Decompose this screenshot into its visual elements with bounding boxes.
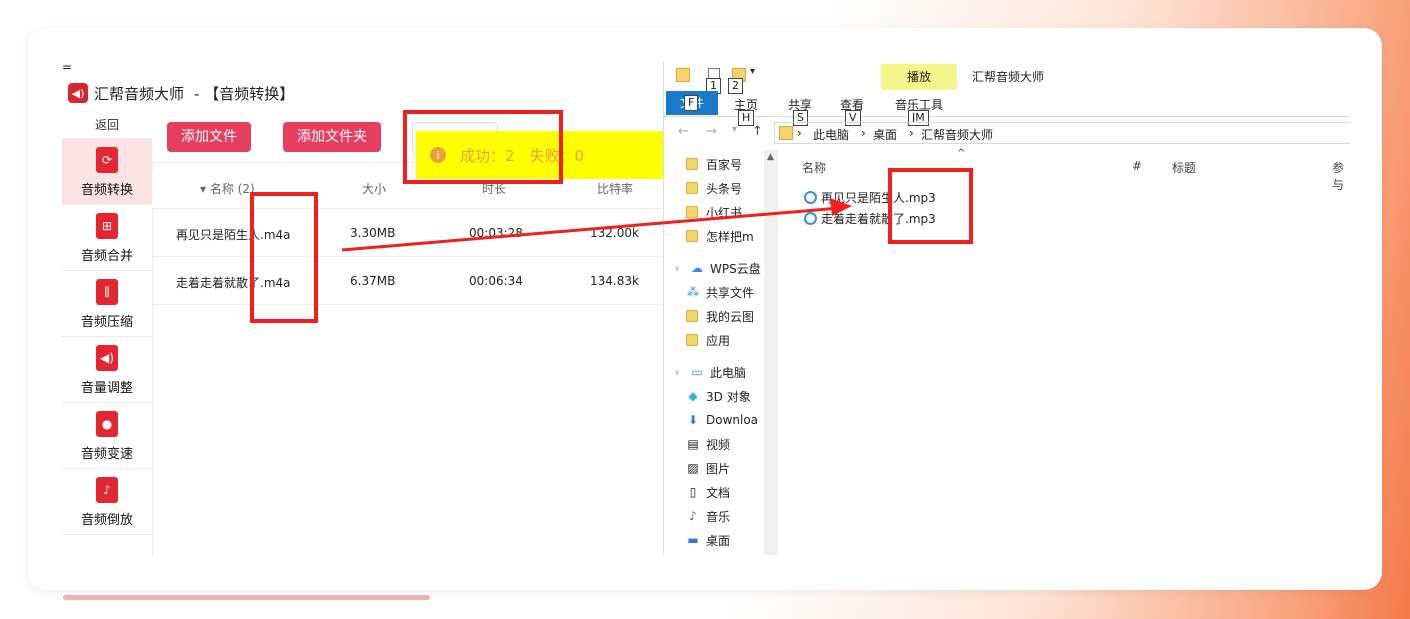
annotation-arrow	[341, 198, 852, 252]
